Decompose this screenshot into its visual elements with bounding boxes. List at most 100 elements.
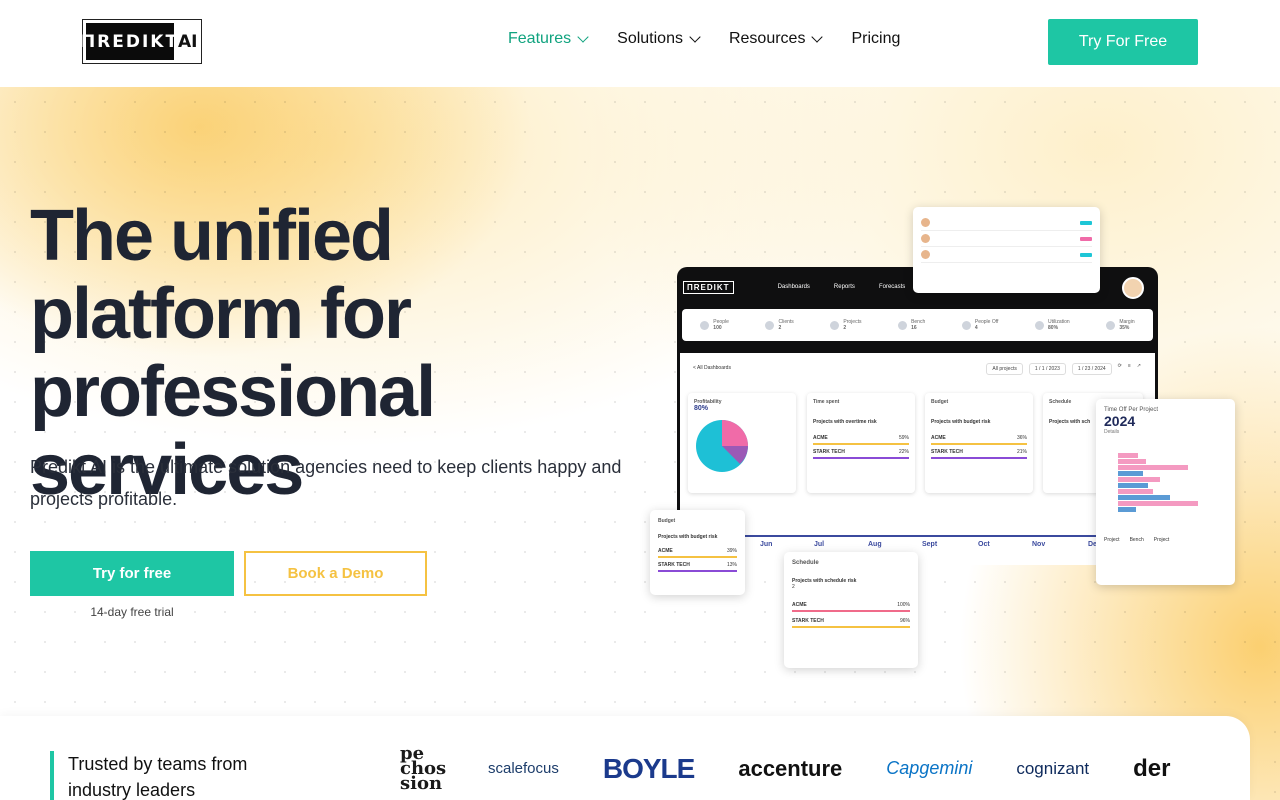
card-title: Budget xyxy=(658,518,676,524)
book-a-demo-button[interactable]: Book a Demo xyxy=(244,551,427,596)
row-pct: 13% xyxy=(726,562,737,568)
brand-logo-accenture: accenture xyxy=(738,755,843,781)
progress-bar xyxy=(792,610,910,612)
chart-legend: Project Bench Project xyxy=(1104,537,1227,543)
nav-pricing-label: Pricing xyxy=(851,30,901,47)
nav-solutions[interactable]: Solutions xyxy=(617,30,701,48)
status-badge xyxy=(1080,252,1092,257)
month-label: Aug xyxy=(868,541,882,548)
dashboard-nav-forecasts: Forecasts xyxy=(878,284,906,290)
chevron-down-icon xyxy=(577,31,589,43)
nav-pricing[interactable]: Pricing xyxy=(851,30,900,48)
row-pct: 21% xyxy=(1016,449,1027,455)
risk-label: Projects with overtime risk xyxy=(813,419,877,425)
top-nav: ΠREDIKT AI Features Solutions Resources … xyxy=(0,0,1280,87)
nav-resources-label: Resources xyxy=(728,30,806,47)
profitability-pie xyxy=(696,420,748,472)
logo-suffix: AI xyxy=(178,31,198,52)
refresh-icon: ⟳ xyxy=(1117,363,1122,369)
row-name: ACME xyxy=(792,602,807,608)
trial-note: 14-day free trial xyxy=(90,605,174,619)
month-label: Oct xyxy=(978,541,990,548)
nav-features-label: Features xyxy=(508,30,572,47)
kpi-value: 16 xyxy=(911,325,917,331)
brand-logo-capgemini: Capgemini xyxy=(886,758,973,778)
table-row xyxy=(921,215,1092,231)
bar xyxy=(1118,489,1153,494)
row-name: ACME xyxy=(931,435,946,441)
nav-resources[interactable]: Resources xyxy=(728,30,824,48)
card-title: Budget xyxy=(931,399,949,405)
bar xyxy=(1118,453,1138,458)
risk-row: ACME 59% xyxy=(813,435,909,441)
year-label: 2024 xyxy=(1104,413,1136,429)
kpi-strip: People 100 Clients 2 Projects 2 Bench 16 Peo… xyxy=(682,309,1153,341)
progress-bar xyxy=(813,443,909,445)
pie-icon xyxy=(1035,320,1045,330)
card-title: Time spent xyxy=(813,399,840,405)
database-icon: ≡ xyxy=(1127,363,1131,369)
people-icon xyxy=(700,320,710,330)
client-logo-strip: pe chos sion scalefocus BOYLE accenture … xyxy=(400,745,1170,793)
brand-logo-boyle: BOYLE xyxy=(602,752,695,784)
trusted-by-section: Trusted by teams from industry leaders p… xyxy=(0,716,1250,800)
row-name: STARK TECH xyxy=(658,562,690,568)
profitability-card: Profitability 80% xyxy=(688,393,796,493)
schedule-float-card: Schedule Projects with schedule risk 2 A… xyxy=(784,552,918,668)
bar xyxy=(1118,465,1188,470)
date-to: 1 / 23 / 2024 xyxy=(1071,363,1112,375)
profitability-value: 80% xyxy=(694,405,709,412)
risk-row: STARK TECH 21% xyxy=(931,449,1027,455)
bar xyxy=(1118,477,1160,482)
chevron-down-icon xyxy=(811,31,824,43)
dashboard-nav-reports: Reports xyxy=(833,284,855,290)
logo-mark: ΠREDIKT xyxy=(81,23,177,60)
try-for-free-button[interactable]: Try For Free xyxy=(1048,19,1198,65)
month-label: Jun xyxy=(760,541,773,548)
dashboard-filters: All projects 1 / 1 / 2023 1 / 23 / 2024 … xyxy=(986,363,1141,375)
bar xyxy=(1118,507,1136,512)
risk-row: ACME 36% xyxy=(931,435,1027,441)
kpi-value: 100 xyxy=(713,325,722,331)
risk-row: ACME 100% xyxy=(792,602,910,608)
bar xyxy=(1118,471,1143,476)
progress-bar xyxy=(658,570,737,572)
dashboard-logo: ΠREDIKT xyxy=(683,280,734,294)
nav-menu: Features Solutions Resources Pricing xyxy=(508,30,900,48)
kpi-label: People Off xyxy=(974,319,999,325)
row-name: ACME xyxy=(658,548,673,554)
kpi-value: 80% xyxy=(1048,325,1059,331)
nav-solutions-label: Solutions xyxy=(617,30,683,47)
status-badge xyxy=(1080,236,1092,241)
bar xyxy=(1118,501,1198,506)
hero-subheadline: Predikt AI is the ultimate solution agen… xyxy=(30,457,622,509)
kpi-margin: Margin 35% xyxy=(1106,319,1135,331)
nav-features[interactable]: Features xyxy=(508,30,589,48)
dashboard-nav-dashboards: Dashboards xyxy=(777,284,810,290)
row-pct: 100% xyxy=(897,602,910,608)
dollar-icon xyxy=(1106,320,1116,330)
status-badge xyxy=(1080,220,1092,225)
people-table-card xyxy=(913,207,1100,293)
pie-slice-bench xyxy=(722,420,748,446)
kpi-clients: Clients 2 xyxy=(765,319,794,331)
risk-row: STARK TECH 13% xyxy=(658,562,737,568)
row-pct: 36% xyxy=(1016,435,1027,441)
predikt-logo[interactable]: ΠREDIKT AI xyxy=(81,19,202,64)
try-for-free-hero-button[interactable]: Try for free xyxy=(30,551,234,596)
progress-bar xyxy=(792,626,910,628)
avatar xyxy=(921,250,930,259)
row-name: STARK TECH xyxy=(813,449,845,455)
risk-row: STARK TECH 96% xyxy=(792,618,910,624)
progress-bar xyxy=(931,443,1027,445)
risk-count: 2 xyxy=(792,584,795,590)
avatar xyxy=(1122,277,1144,299)
time-off-bar-chart xyxy=(1118,453,1198,512)
month-label: Jul xyxy=(814,541,825,548)
row-name: ACME xyxy=(813,435,828,441)
avatar xyxy=(921,218,930,227)
kpi-value: 4 xyxy=(974,325,978,331)
risk-row: ACME 39% xyxy=(658,548,737,554)
chevron-down-icon xyxy=(689,31,701,43)
bench-icon xyxy=(898,320,908,330)
